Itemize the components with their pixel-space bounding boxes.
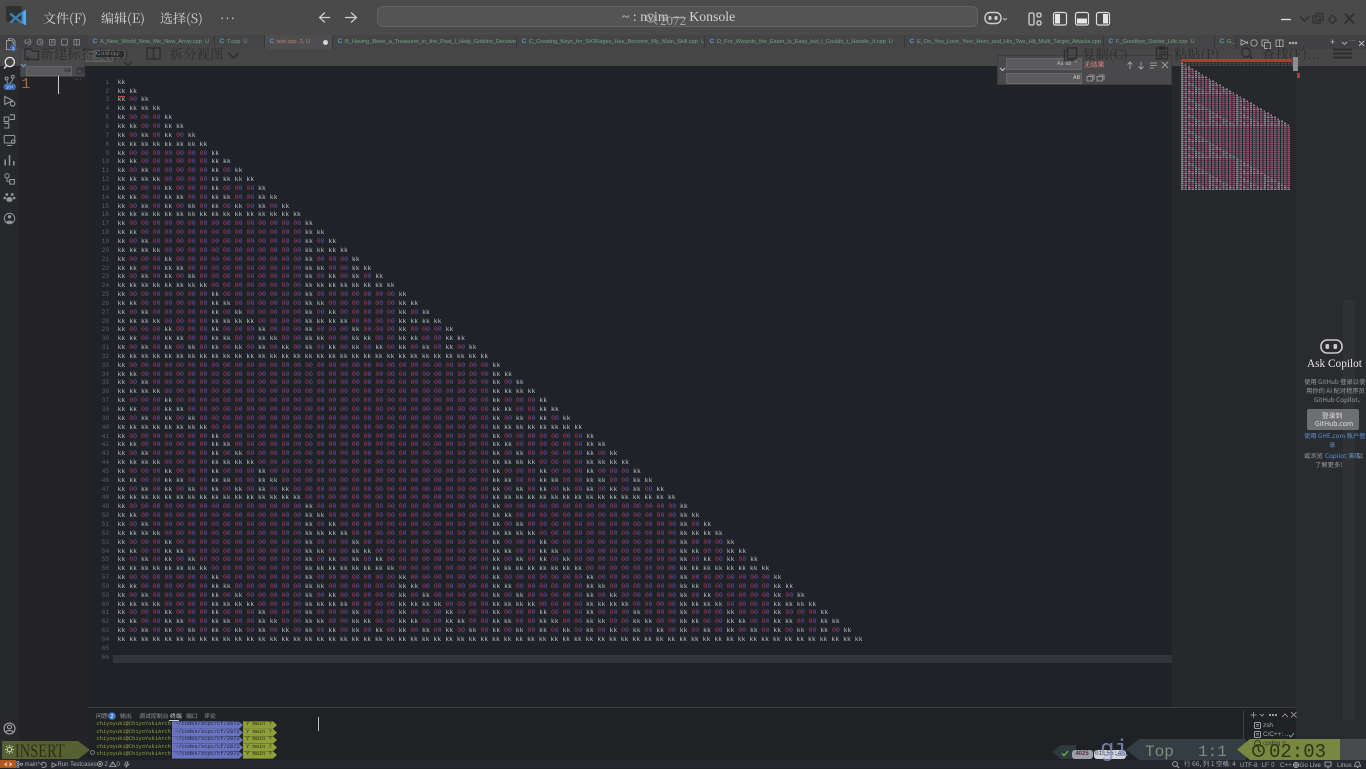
- svg-text:2: 2: [110, 714, 113, 720]
- svg-text:10+: 10+: [6, 85, 14, 90]
- svg-text:1: 1: [12, 46, 15, 52]
